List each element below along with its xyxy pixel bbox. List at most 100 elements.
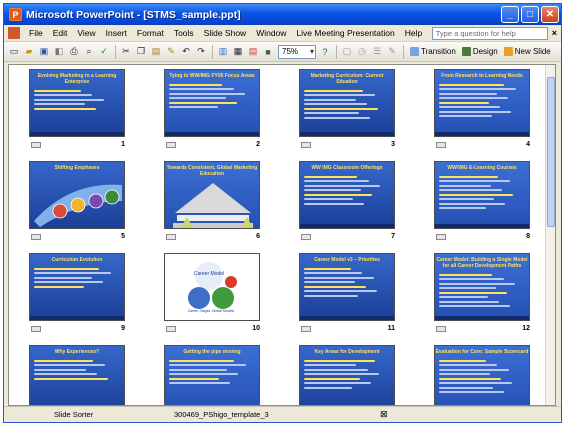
- slide-sorter-pane[interactable]: Evolving Marketing to a Learning Enterpr…: [8, 64, 556, 406]
- transition-indicator-icon[interactable]: [166, 234, 176, 240]
- paste-icon[interactable]: ▤: [149, 45, 163, 59]
- save-icon[interactable]: ▣: [37, 45, 51, 59]
- spelling-icon[interactable]: ✓: [97, 45, 111, 59]
- slide-number: 5: [121, 233, 125, 240]
- format-painter-icon[interactable]: ✎: [164, 45, 178, 59]
- slide-thumbnail[interactable]: Shifting Emphases: [29, 161, 125, 229]
- print-preview-icon[interactable]: ⌕: [82, 45, 96, 59]
- transition-indicator-icon[interactable]: [31, 234, 41, 240]
- menu-view[interactable]: View: [72, 28, 100, 38]
- slide-title: Getting the pipe moving: [183, 349, 241, 355]
- document-icon[interactable]: [8, 27, 20, 39]
- insert-table-icon[interactable]: ▦: [231, 45, 245, 59]
- menu-slide-show[interactable]: Slide Show: [199, 28, 252, 38]
- slide-thumbnail[interactable]: Getting the pipe moving: [164, 345, 260, 405]
- menu-file[interactable]: File: [24, 28, 48, 38]
- hide-slide-icon[interactable]: ▢: [340, 45, 354, 59]
- slide-title: Career Model v3 – Priorities: [314, 257, 380, 263]
- vertical-scrollbar[interactable]: [545, 65, 555, 405]
- slide-thumbnail[interactable]: Career Model v3 – Priorities: [299, 253, 395, 321]
- slide-body: [30, 355, 124, 384]
- print-icon[interactable]: ⎙: [67, 45, 81, 59]
- transition-indicator-icon[interactable]: [31, 326, 41, 332]
- maximize-button[interactable]: □: [521, 6, 539, 23]
- transition-indicator-icon[interactable]: [301, 234, 311, 240]
- slide-thumbnail[interactable]: From Research to Learning Needs: [434, 69, 530, 137]
- slide-thumbnail[interactable]: Career Model: Building a Single Model fo…: [434, 253, 530, 321]
- grayscale-icon[interactable]: ■: [261, 45, 275, 59]
- slide-body: [30, 85, 124, 114]
- transition-button[interactable]: Transition: [407, 47, 459, 56]
- slide-thumbnail[interactable]: Evaluation for Core: Sample Scorecard: [434, 345, 530, 405]
- slide-text-line: [439, 368, 509, 371]
- menu-tools[interactable]: Tools: [169, 28, 199, 38]
- menu-insert[interactable]: Insert: [101, 28, 132, 38]
- slide-body: [300, 85, 394, 123]
- slide-text-line: [304, 112, 360, 114]
- slide-thumbnail[interactable]: Career Model Career Stages Global Models: [164, 253, 260, 321]
- help-icon[interactable]: ?: [318, 45, 332, 59]
- cut-icon[interactable]: ✂: [119, 45, 133, 59]
- slide-thumbnail[interactable]: Curriculum Evolution: [29, 253, 125, 321]
- menu-live-meeting[interactable]: Live Meeting Presentation: [291, 28, 399, 38]
- menu-window[interactable]: Window: [251, 28, 291, 38]
- transition-indicator-icon[interactable]: [436, 234, 446, 240]
- slide-text-line: [439, 386, 494, 389]
- slide-title: WW/IMG E-Learning Courses: [447, 165, 517, 171]
- close-button[interactable]: ✕: [541, 6, 559, 23]
- insert-chart-icon[interactable]: ▥: [216, 45, 230, 59]
- menu-bar: File Edit View Insert Format Tools Slide…: [4, 25, 561, 42]
- slide-text-line: [169, 377, 219, 380]
- slide-text-line: [439, 359, 487, 362]
- toolbar-separator: [115, 44, 116, 59]
- transition-indicator-icon[interactable]: [301, 142, 311, 148]
- scrollbar-thumb[interactable]: [547, 77, 555, 227]
- transition-indicator-icon[interactable]: [436, 142, 446, 148]
- slide-thumbnail[interactable]: Evolving Marketing to a Learning Enterpr…: [29, 69, 125, 137]
- slide-thumbnail[interactable]: WW/IMG E-Learning Courses: [434, 161, 530, 229]
- document-close-icon[interactable]: ×: [552, 28, 557, 38]
- transition-indicator-icon[interactable]: [166, 326, 176, 332]
- transition-indicator-icon[interactable]: [166, 142, 176, 148]
- new-slide-button[interactable]: New Slide: [501, 47, 554, 56]
- copy-icon[interactable]: ❐: [134, 45, 148, 59]
- minimize-button[interactable]: _: [501, 6, 519, 23]
- open-icon[interactable]: ▰: [22, 45, 36, 59]
- slide-thumbnail[interactable]: Towards Consistent, Global Marketing Edu…: [164, 161, 260, 229]
- menu-edit[interactable]: Edit: [48, 28, 73, 38]
- expand-all-icon[interactable]: ▤: [246, 45, 260, 59]
- slide-text-line: [304, 180, 369, 182]
- slide-thumbnail[interactable]: WW IMG Classroom Offerings: [299, 161, 395, 229]
- transition-indicator-icon[interactable]: [31, 142, 41, 148]
- slide-text-line: [439, 189, 502, 191]
- help-question-input[interactable]: Type a question for help: [431, 26, 548, 40]
- slide-text-line: [34, 281, 103, 283]
- new-icon[interactable]: ▭: [7, 45, 21, 59]
- slide-thumbnail[interactable]: Key Areas for Development: [299, 345, 395, 405]
- powerpoint-app-icon[interactable]: P: [9, 8, 22, 21]
- menu-help[interactable]: Help: [400, 28, 427, 38]
- design-button[interactable]: Design: [459, 47, 501, 56]
- slide-title: WW IMG Classroom Offerings: [311, 165, 383, 171]
- speaker-notes-icon[interactable]: ✎: [385, 45, 399, 59]
- menu-format[interactable]: Format: [132, 28, 169, 38]
- slide-thumbnail[interactable]: Why Experiences?: [29, 345, 125, 405]
- redo-icon[interactable]: ↷: [194, 45, 208, 59]
- rehearse-timings-icon[interactable]: ◷: [355, 45, 369, 59]
- slide-title: Key Areas for Development: [314, 349, 380, 355]
- slide-number: 3: [391, 141, 395, 148]
- slide-thumbnail[interactable]: Marketing Curriculum: Current Situation: [299, 69, 395, 137]
- zoom-select[interactable]: 75%: [278, 44, 316, 59]
- slide-text-line: [34, 276, 92, 279]
- permission-icon[interactable]: ◧: [52, 45, 66, 59]
- slide-text-line: [34, 285, 84, 288]
- transition-indicator-icon[interactable]: [436, 326, 446, 332]
- slide-text-line: [169, 382, 231, 384]
- undo-icon[interactable]: ↶: [179, 45, 193, 59]
- slide-text-line: [439, 193, 513, 196]
- transition-indicator-icon[interactable]: [301, 326, 311, 332]
- slide-text-line: [439, 273, 493, 276]
- summary-slide-icon[interactable]: ☰: [370, 45, 384, 59]
- slide-thumbnail[interactable]: Tying to WW/IMG FY05 Focus Areas: [164, 69, 260, 137]
- slide-text-line: [304, 290, 378, 292]
